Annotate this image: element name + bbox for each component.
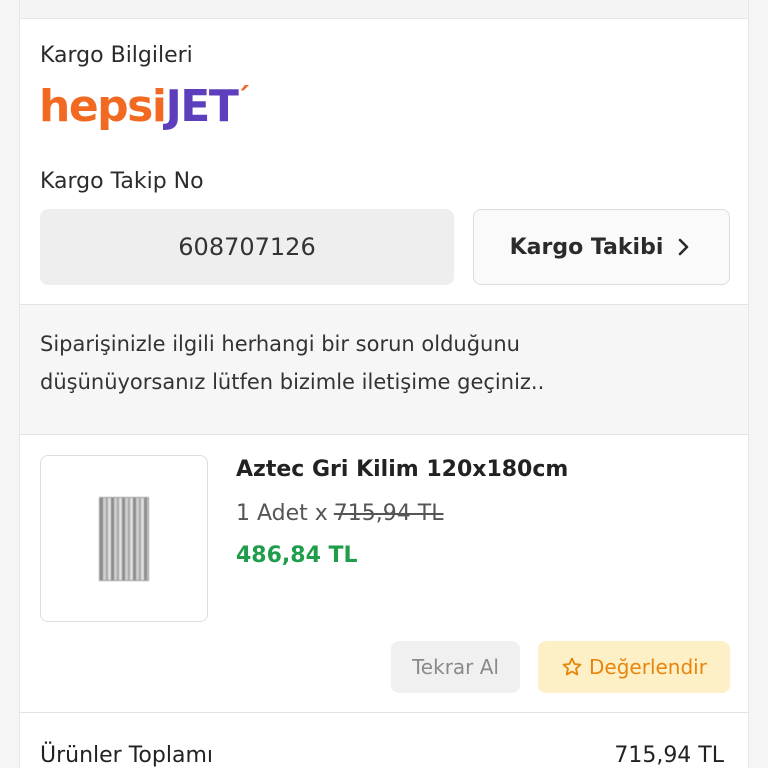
product-name[interactable]: Aztec Gri Kilim 120x180cm <box>236 457 568 482</box>
logo-part-hepsi: hepsi <box>39 81 167 132</box>
quantity-text: 1 Adet x <box>236 501 328 526</box>
rate-button-label: Değerlendir <box>589 655 707 679</box>
star-icon <box>562 657 582 676</box>
support-notice-text: Siparişinizle ilgili herhangi bir sorun … <box>40 332 545 394</box>
rug-image <box>99 496 149 581</box>
product-quantity: 1 Adet x 715,94 TL <box>236 501 443 526</box>
logo-accent: ´ <box>235 82 250 117</box>
cargo-tracking-button[interactable]: Kargo Takibi <box>473 209 730 285</box>
cargo-section-title: Kargo Bilgileri <box>40 43 193 68</box>
rate-button[interactable]: Değerlendir <box>538 641 730 693</box>
chevron-right-icon <box>679 238 689 256</box>
tracking-number-field[interactable]: 608707126 <box>40 209 454 285</box>
support-notice-section: Siparişinizle ilgili herhangi bir sorun … <box>19 305 749 435</box>
order-item: Aztec Gri Kilim 120x180cm 1 Adet x 715,94… <box>19 435 749 713</box>
products-total-label: Ürünler Toplamı <box>40 743 213 768</box>
previous-section-edge <box>19 0 749 19</box>
hepsijet-logo: hepsiJET´ <box>39 82 250 129</box>
product-thumbnail[interactable] <box>40 455 208 622</box>
cargo-tracking-button-label: Kargo Takibi <box>509 234 664 260</box>
products-total-value: 715,94 TL <box>614 743 724 768</box>
logo-part-jet: JET <box>165 81 238 132</box>
discounted-price: 486,84 TL <box>236 543 358 568</box>
order-totals-section: Ürünler Toplamı 715,94 TL <box>19 713 749 768</box>
reorder-button[interactable]: Tekrar Al <box>391 641 520 693</box>
reorder-button-label: Tekrar Al <box>411 655 499 679</box>
tracking-number-value: 608707126 <box>178 233 316 261</box>
tracking-number-label: Kargo Takip No <box>40 169 204 194</box>
original-price: 715,94 TL <box>333 501 444 526</box>
cargo-info-section: Kargo Bilgileri hepsiJET´ Kargo Takip No… <box>19 19 749 305</box>
